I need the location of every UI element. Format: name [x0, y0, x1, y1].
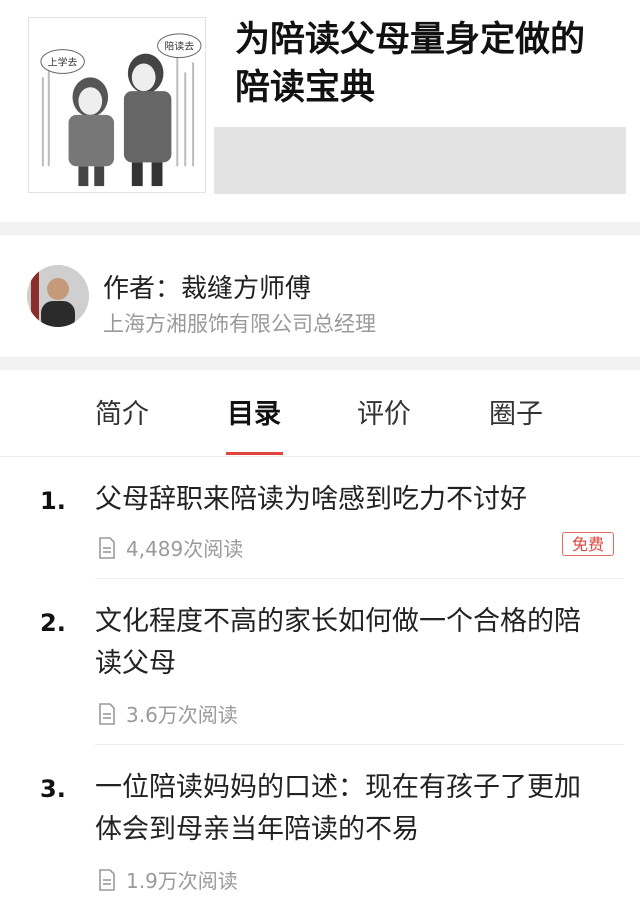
chapter-item[interactable]: 1. 父母辞职来陪读为啥感到吃力不讨好 4,489次阅读 免费	[0, 457, 640, 579]
tab-reviews[interactable]: 评价	[357, 392, 411, 431]
cover-illustration: 上学去 陪读去	[40, 33, 202, 187]
chapter-title: 一位陪读妈妈的口述：现在有孩子了更加体会到母亲当年陪读的不易	[95, 772, 581, 845]
chapter-number: 2.	[40, 609, 66, 637]
tab-intro[interactable]: 简介	[95, 392, 149, 431]
document-icon	[99, 536, 115, 559]
book-header: 上学去 陪读去 为陪读父母量身定做的陪读宝典	[0, 0, 640, 222]
chapter-item[interactable]: 2. 文化程度不高的家长如何做一个合格的陪读父母 3.6万次阅读	[0, 579, 640, 745]
chapter-title: 文化程度不高的家长如何做一个合格的陪读父母	[95, 606, 581, 679]
book-cover-image[interactable]: 上学去 陪读去	[28, 17, 206, 193]
free-badge: 免费	[562, 532, 614, 556]
read-count: 1.9万次阅读	[126, 869, 238, 893]
chapter-title: 父母辞职来陪读为啥感到吃力不讨好	[95, 484, 527, 515]
author-section[interactable]: 作者：裁缝方师傅 上海方湘服饰有限公司总经理	[0, 235, 640, 357]
section-divider	[0, 357, 640, 370]
cover-sign-left: 上学去	[48, 55, 78, 68]
chapter-meta: 4,489次阅读	[98, 533, 243, 562]
chapter-number: 3.	[40, 775, 66, 803]
document-icon	[99, 702, 115, 725]
tab-bar: 简介 目录 评价 圈子	[0, 370, 640, 457]
author-avatar[interactable]	[27, 265, 89, 327]
chapter-meta: 1.9万次阅读	[98, 865, 238, 894]
placeholder-block	[214, 127, 626, 194]
tab-circle[interactable]: 圈子	[489, 392, 543, 431]
author-name: 作者：裁缝方师傅	[103, 274, 312, 304]
document-icon	[99, 868, 115, 891]
section-divider	[0, 222, 640, 235]
chapter-meta: 3.6万次阅读	[98, 699, 238, 728]
book-title: 为陪读父母量身定做的陪读宝典	[235, 20, 586, 108]
tab-contents[interactable]: 目录	[227, 392, 281, 431]
cover-sign-right: 陪读去	[164, 40, 194, 53]
chapter-number: 1.	[40, 487, 66, 515]
read-count: 4,489次阅读	[126, 537, 244, 561]
chapter-item[interactable]: 3. 一位陪读妈妈的口述：现在有孩子了更加体会到母亲当年陪读的不易 1.9万次阅…	[0, 745, 640, 911]
active-tab-indicator	[226, 452, 283, 455]
read-count: 3.6万次阅读	[126, 703, 238, 727]
author-title: 上海方湘服饰有限公司总经理	[103, 312, 376, 336]
